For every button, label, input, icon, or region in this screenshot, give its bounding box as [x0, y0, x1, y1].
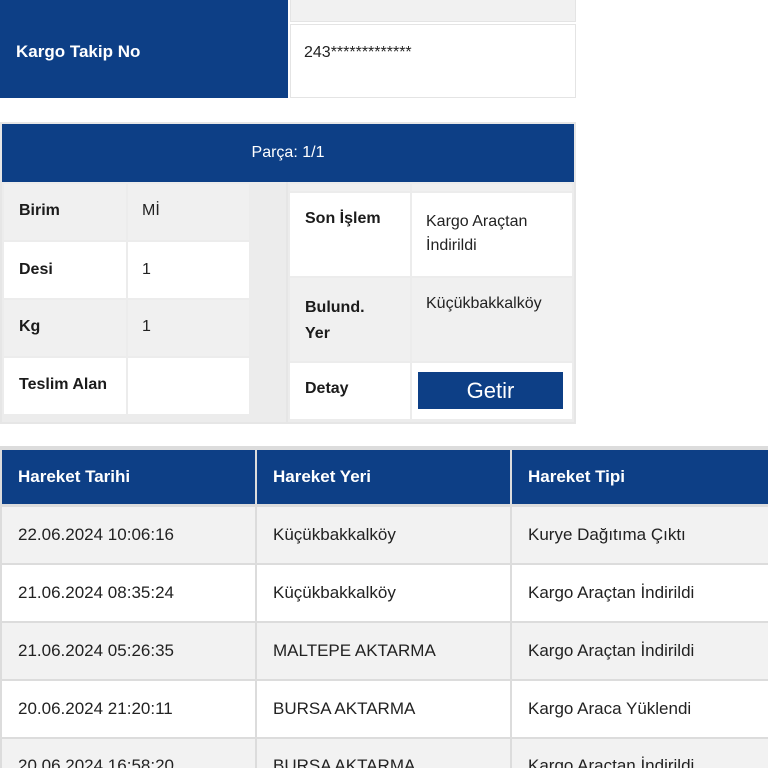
table-cell-place: Küçükbakkalköy: [257, 565, 510, 621]
col-header-date: Hareket Tarihi: [2, 450, 255, 504]
table-cell-type: Kurye Dağıtıma Çıktı: [512, 507, 768, 563]
tracking-top-cell: [290, 0, 576, 22]
teslim-alan-value: [128, 358, 249, 414]
table-cell-place: BURSA AKTARMA: [257, 739, 510, 768]
col-header-type: Hareket Tipi: [512, 450, 768, 504]
desi-label: Desi: [4, 242, 126, 298]
tracking-number-value: 243*************: [290, 24, 576, 98]
table-cell-type: Kargo Araçtan İndirildi: [512, 623, 768, 679]
birim-label: Birim: [4, 184, 126, 240]
bulund-yer-value: Küçükbakkalköy: [412, 278, 572, 361]
birim-value: Mİ: [128, 184, 249, 240]
parcel-header: Parça: 1/1: [2, 124, 574, 182]
son-islem-label: Son İşlem: [290, 193, 410, 276]
kg-value: 1: [128, 300, 249, 356]
table-cell-type: Kargo Araçtan İndirildi: [512, 739, 768, 768]
kg-label: Kg: [4, 300, 126, 356]
getir-button[interactable]: Getir: [418, 372, 563, 409]
detay-label: Detay: [290, 363, 410, 419]
table-cell-date: 21.06.2024 05:26:35: [2, 623, 255, 679]
right-top-strip: [290, 184, 410, 191]
teslim-alan-label: Teslim Alan: [4, 358, 126, 414]
table-cell-type: Kargo Araçtan İndirildi: [512, 565, 768, 621]
table-cell-date: 20.06.2024 16:58:20: [2, 739, 255, 768]
son-islem-value: Kargo Araçtan İndirildi: [412, 193, 572, 276]
table-cell-place: BURSA AKTARMA: [257, 681, 510, 737]
col-header-place: Hareket Yeri: [257, 450, 510, 504]
table-cell-type: Kargo Araca Yüklendi: [512, 681, 768, 737]
right-top-strip-2: [412, 184, 572, 191]
table-cell-place: Küçükbakkalköy: [257, 507, 510, 563]
table-cell-date: 20.06.2024 21:20:11: [2, 681, 255, 737]
bulund-yer-label: Bulund. Yer: [290, 278, 410, 361]
table-cell-date: 21.06.2024 08:35:24: [2, 565, 255, 621]
desi-value: 1: [128, 242, 249, 298]
tracking-number-label: Kargo Takip No: [0, 0, 288, 98]
table-cell-date: 22.06.2024 10:06:16: [2, 507, 255, 563]
table-cell-place: MALTEPE AKTARMA: [257, 623, 510, 679]
